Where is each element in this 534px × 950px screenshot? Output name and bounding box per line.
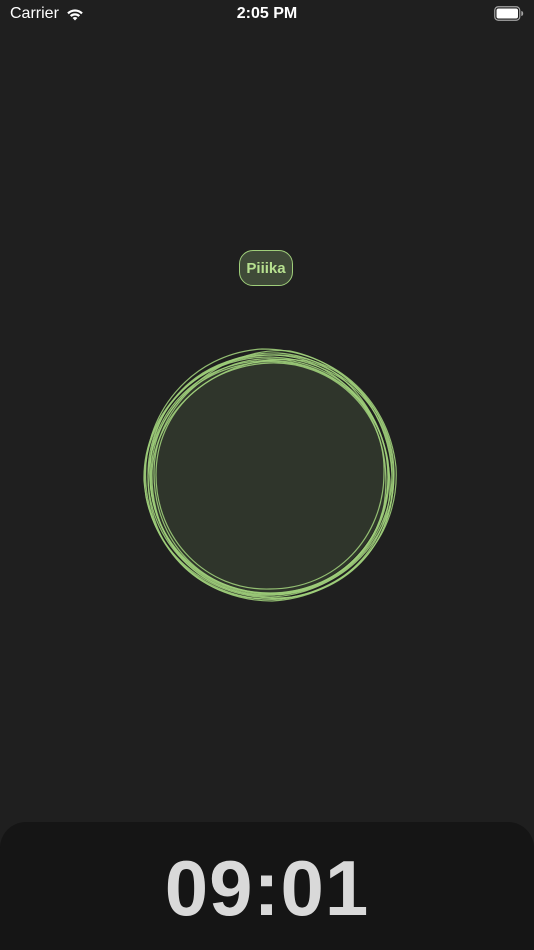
- name-chip[interactable]: Piiika: [239, 250, 293, 286]
- breathing-blob: [143, 348, 397, 602]
- name-chip-label: Piiika: [246, 259, 286, 277]
- app-screen: Carrier 2:05 PM Piiika 09:01: [0, 0, 534, 950]
- timer-display: 09:01: [164, 844, 370, 932]
- status-time: 2:05 PM: [236, 5, 298, 22]
- status-bar: Carrier 2:05 PM: [0, 0, 534, 28]
- battery-full-icon: [494, 6, 524, 21]
